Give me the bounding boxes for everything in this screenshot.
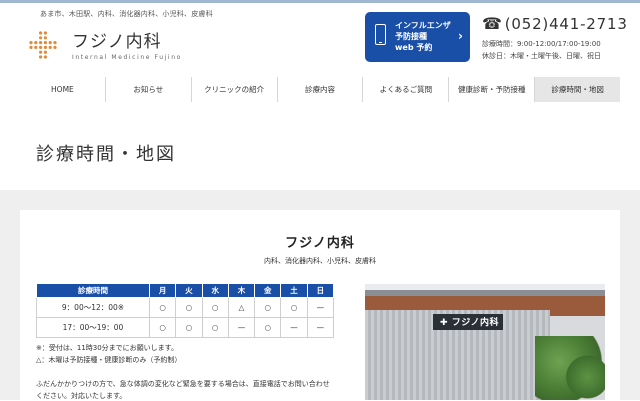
schedule-cell: ○ bbox=[148, 297, 177, 318]
schedule-cell: ○ bbox=[254, 297, 282, 318]
schedule-header-day: 日 bbox=[306, 283, 335, 298]
thursday-note: △：木曜は予防接種・健康診断のみ（予約制） bbox=[36, 356, 182, 364]
clinic-building-photo: ✚ フジノ内科 bbox=[365, 284, 605, 400]
photo-sign-text: フジノ内科 bbox=[451, 318, 500, 328]
schedule-header-day: 火 bbox=[175, 283, 203, 298]
cta-line2: 予防接種 bbox=[395, 32, 427, 41]
clinic-departments: 内科、消化器内科、小児科、皮膚科 bbox=[264, 257, 376, 265]
nav-item-services[interactable]: 診療内容 bbox=[276, 77, 363, 102]
schedule-header-day: 金 bbox=[254, 283, 282, 298]
schedule-header-row: 診療時間 月 火 水 木 金 土 日 bbox=[36, 283, 335, 298]
photo-roof bbox=[365, 290, 605, 296]
schedule-time-cell: 9：00〜12：00※ bbox=[36, 297, 150, 318]
main-nav: HOME お知らせ クリニックの紹介 診療内容 よくあるご質問 健康診断・予防接… bbox=[20, 77, 621, 102]
schedule-cell: ○ bbox=[201, 317, 229, 338]
site-tagline: あま市、木田駅、内科、消化器内科、小児科、皮膚科 bbox=[40, 10, 213, 18]
nav-item-faq[interactable]: よくあるご質問 bbox=[362, 77, 448, 102]
nav-item-checkup[interactable]: 健康診断・予防接種 bbox=[448, 77, 534, 102]
nav-item-clinic[interactable]: クリニックの紹介 bbox=[190, 77, 277, 102]
cta-line3: web 予約 bbox=[395, 43, 433, 52]
chevron-right-icon: › bbox=[458, 29, 463, 43]
schedule-header-day: 木 bbox=[227, 283, 256, 298]
table-row: 17：00〜19：00 ○ ○ ○ — ○ — — bbox=[36, 317, 335, 338]
schedule-cell: — bbox=[227, 317, 256, 338]
schedule-cell: — bbox=[306, 297, 335, 318]
cta-line1: インフルエンザ bbox=[395, 21, 451, 30]
schedule-header-day: 月 bbox=[148, 283, 177, 298]
schedule-cell: — bbox=[306, 317, 335, 338]
smartphone-icon bbox=[375, 24, 386, 45]
header-hours: 診療時間：9:00-12:00/17:00-19:00 bbox=[482, 40, 601, 48]
phone-number[interactable]: ☎ (052)441-2713 bbox=[482, 14, 628, 33]
page-title: 診療時間・地図 bbox=[36, 144, 176, 165]
sign-cross-icon: ✚ bbox=[440, 318, 449, 328]
header-closed-days: 休診日：木曜・土曜午後、日曜、祝日 bbox=[482, 52, 601, 60]
logo-subtitle: Internal Medicine Fujino bbox=[72, 54, 182, 61]
reception-note: ※：受付は、11時30分までにお願いします。 bbox=[36, 344, 178, 352]
schedule-time-cell: 17：00〜19：00 bbox=[36, 317, 150, 338]
nav-item-hours-map[interactable]: 診療時間・地図 bbox=[534, 77, 621, 102]
schedule-cell: ○ bbox=[280, 297, 308, 318]
flu-vaccine-booking-button[interactable]: インフルエンザ 予防接種 web 予約 › bbox=[365, 12, 470, 62]
nav-item-home[interactable]: HOME bbox=[20, 77, 105, 102]
schedule-cell: — bbox=[280, 317, 308, 338]
nav-item-news[interactable]: お知らせ bbox=[104, 77, 191, 102]
schedule-cell: ○ bbox=[148, 317, 177, 338]
photo-sign: ✚ フジノ内科 bbox=[440, 315, 499, 328]
schedule-cell: △ bbox=[227, 297, 256, 318]
phone-number-text: (052)441-2713 bbox=[504, 15, 628, 33]
schedule-cell: ○ bbox=[175, 297, 203, 318]
top-accent-line bbox=[0, 0, 640, 3]
logo-name[interactable]: フジノ内科 bbox=[72, 27, 162, 52]
cta-label: インフルエンザ 予防接種 web 予約 bbox=[395, 20, 451, 53]
schedule-cell: ○ bbox=[175, 317, 203, 338]
schedule-header-time: 診療時間 bbox=[36, 283, 150, 298]
table-row: 9：00〜12：00※ ○ ○ ○ △ ○ ○ — bbox=[36, 297, 335, 318]
schedule-header-day: 水 bbox=[201, 283, 229, 298]
schedule-table: 診療時間 月 火 水 木 金 土 日 9：00〜12：00※ ○ ○ ○ △ ○… bbox=[36, 283, 335, 338]
photo-tree bbox=[565, 354, 605, 400]
phone-icon: ☎ bbox=[482, 14, 503, 33]
emergency-note: ふだんかかりつけの方で、急な体調の変化など緊急を要する場合は、直接電話でお問い合… bbox=[36, 380, 330, 388]
clinic-name: フジノ内科 bbox=[285, 236, 355, 251]
schedule-cell: ○ bbox=[254, 317, 282, 338]
schedule-header-day: 土 bbox=[280, 283, 308, 298]
schedule-cell: ○ bbox=[201, 297, 229, 318]
cross-dots-logo-icon bbox=[29, 31, 57, 59]
